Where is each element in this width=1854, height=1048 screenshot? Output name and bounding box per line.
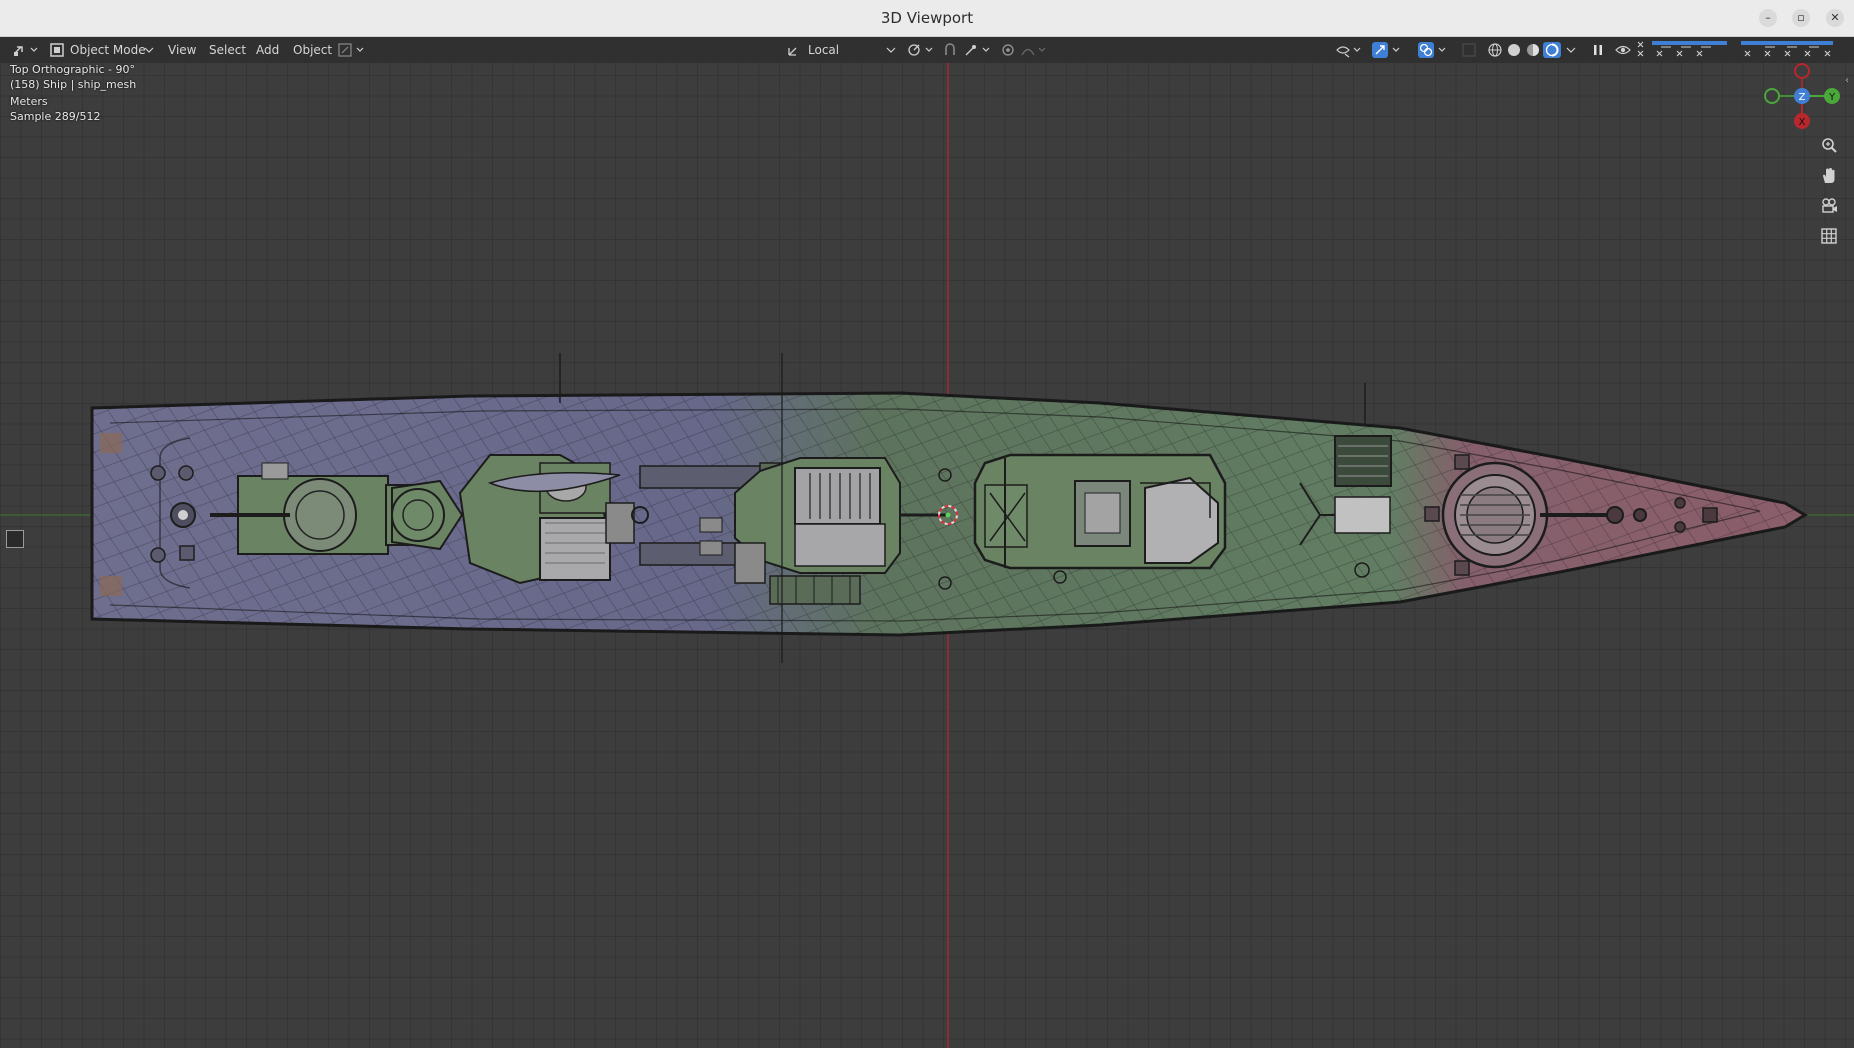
pivot-point-icon[interactable]: [906, 42, 936, 58]
snap-target-icon[interactable]: [963, 42, 993, 58]
chevron-down-icon: [144, 47, 154, 53]
sidebar-expand-icon[interactable]: ‹: [1845, 75, 1849, 86]
units-label: Meters: [10, 95, 48, 108]
view-name-label: Top Orthographic - 90°: [10, 63, 136, 76]
menu-select[interactable]: Select: [209, 37, 246, 63]
object-info-label: (158) Ship | ship_mesh: [10, 78, 137, 91]
editor-type-icon[interactable]: [12, 42, 38, 58]
transform-orientation-icon: [788, 47, 797, 56]
menu-add[interactable]: Add: [256, 37, 279, 63]
close-button[interactable]: ✕: [1826, 9, 1844, 27]
material-preview-icon[interactable]: [1525, 42, 1541, 58]
proportional-editing-icon[interactable]: [1000, 42, 1016, 58]
menu-view[interactable]: View: [168, 37, 196, 63]
navigation-gizmo[interactable]: Z Y X: [1760, 63, 1840, 143]
window-titlebar: 3D Viewport – ▫ ✕: [0, 0, 1854, 37]
gizmo-z-label: Z: [1799, 92, 1806, 103]
minimize-button[interactable]: –: [1759, 9, 1777, 27]
rendered-shading-icon[interactable]: [1543, 42, 1561, 58]
wireframe-shading-icon[interactable]: [1487, 42, 1503, 58]
visibility-selectability-icon[interactable]: [1335, 42, 1363, 58]
zoom-icon[interactable]: [1816, 133, 1842, 159]
scene-svg: [0, 63, 1854, 1048]
xray-toggle-icon[interactable]: [1462, 42, 1476, 58]
gpencil-object-icon[interactable]: [338, 42, 366, 58]
object-mode-icon: [50, 43, 64, 57]
pan-hand-icon[interactable]: [1816, 163, 1842, 189]
menu-object[interactable]: Object: [293, 37, 332, 63]
toolbar-toggle-icon[interactable]: [6, 530, 24, 548]
eye-icon[interactable]: [1615, 42, 1631, 58]
chevron-down-icon: [886, 47, 896, 53]
gizmo-x-label: X: [1799, 117, 1806, 128]
chevron-down-icon[interactable]: [1566, 42, 1576, 58]
overlays-toggle-icon[interactable]: [1418, 42, 1448, 58]
window-title: 3D Viewport: [880, 9, 974, 27]
gizmo-y-label: Y: [1828, 92, 1836, 103]
viewport-header: Object Mode View Select Add Object Local: [0, 37, 1854, 63]
falloff-icon[interactable]: [1020, 42, 1048, 58]
snap-toggle-icon[interactable]: [943, 42, 957, 58]
pause-render-icon[interactable]: [1592, 42, 1604, 58]
ortho-grid-icon[interactable]: [1816, 223, 1842, 249]
sample-label: Sample 289/512: [10, 110, 101, 123]
gizmo-toggle-icon[interactable]: [1372, 42, 1402, 58]
solid-shading-icon[interactable]: [1506, 42, 1522, 58]
maximize-button[interactable]: ▫: [1792, 9, 1810, 27]
camera-view-icon[interactable]: [1816, 193, 1842, 219]
layer-toggles-icon[interactable]: [1637, 40, 1837, 60]
transform-orientation-dropdown[interactable]: Local: [808, 37, 839, 63]
object-mode-dropdown[interactable]: Object Mode: [70, 37, 146, 63]
viewport-canvas[interactable]: Top Orthographic - 90° (158) Ship | ship…: [0, 63, 1854, 1048]
